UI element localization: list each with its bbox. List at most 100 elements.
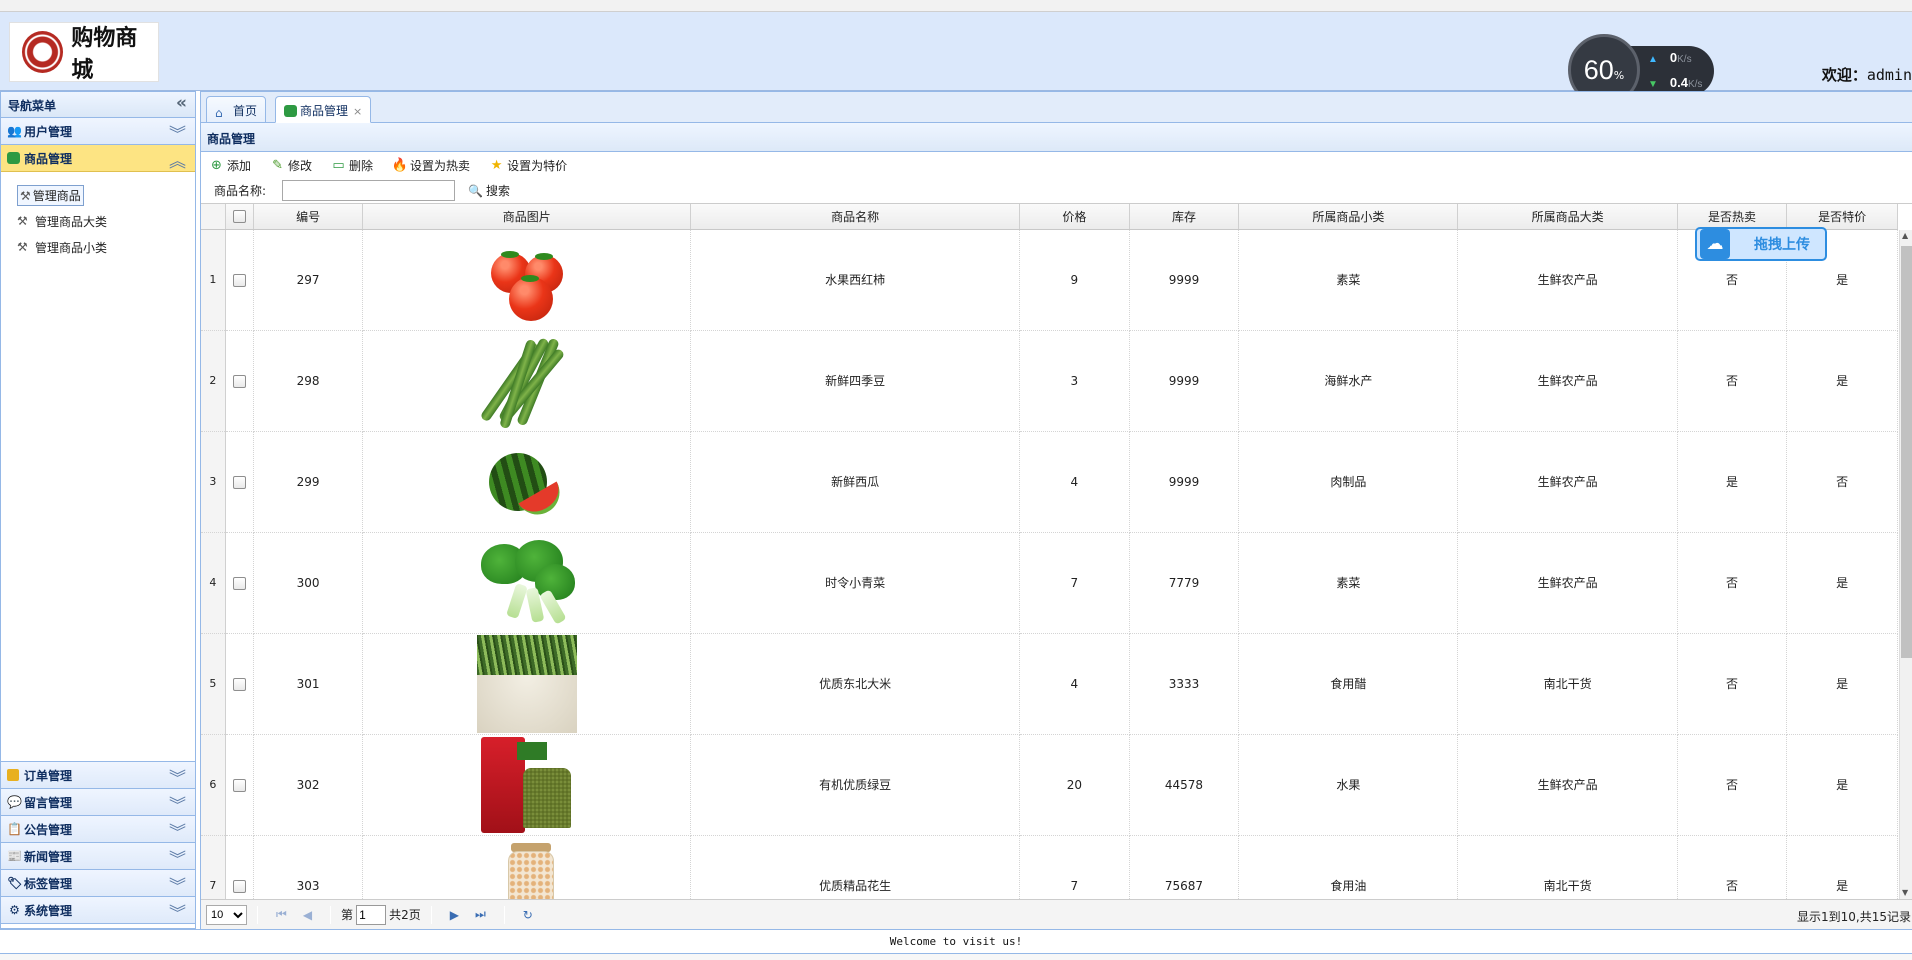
table-row[interactable]: 4 300 时令小青菜 7 7779 素菜 生鲜农产品否是 [201,532,1898,634]
table-row[interactable]: 3 299 新鲜西瓜 4 9999 肉制品 生鲜农产品是否 [201,431,1898,533]
table-row[interactable]: 6 302 有机优质绿豆 20 44578 水果 生鲜农产品否是 [201,734,1898,836]
sidebar-section-system[interactable]: ⚙ 系统管理 ︾ [1,897,195,924]
welcome-user: admin [1866,66,1912,84]
product-image-bok-choy [477,534,577,632]
cell-id: 297 [253,229,364,331]
product-image-watermelon [477,433,577,531]
row-checkbox[interactable] [232,475,246,489]
row-checkbox[interactable] [232,677,246,691]
next-page-icon[interactable]: ▶ [450,908,459,922]
column-header[interactable]: 所属商品大类 [1457,204,1678,230]
row-number: 7 [201,835,226,899]
chevron-down-icon[interactable]: ︾ [169,845,186,870]
row-checkbox[interactable] [232,374,246,388]
column-header[interactable]: 是否特价 [1786,204,1898,230]
sidebar-section-products[interactable]: 商品管理 ︽ [1,145,195,172]
sidebar-item-manage-categories[interactable]: ⚒ 管理商品大类 [17,208,179,234]
cell-id: 300 [253,532,364,634]
collapse-sidebar-icon[interactable]: « [176,93,187,113]
cell-special: 是 [1786,835,1898,899]
chevron-down-icon[interactable]: ︾ [169,818,186,843]
sidebar-section-users[interactable]: 👥 用户管理 ︾ [1,118,195,145]
select-all-checkbox[interactable] [232,210,246,224]
home-icon: ⌂ [215,106,223,120]
cell-image [362,734,692,836]
cell-category: 生鲜农产品 [1457,229,1678,331]
sidebar-section-label: 订单管理 [24,768,73,783]
table-row[interactable]: 1 297 水果西红柿 9 9999 素菜 生鲜农产品否是 [201,229,1898,331]
delete-button[interactable]: ▭ 删除 [330,157,373,174]
sidebar-item-label: 管理商品大类 [35,214,108,229]
sidebar-title: 导航菜单 « [1,92,195,118]
refresh-icon[interactable]: ↻ [523,908,533,922]
search-icon[interactable]: 🔍 [468,184,483,198]
table-row[interactable]: 5 301 优质东北大米 4 3333 食用醋 南北干货否是 [201,633,1898,735]
chevron-down-icon[interactable]: ︾ [169,120,186,145]
set-special-button[interactable]: ★ 设置为特价 [488,157,567,174]
column-header[interactable]: 是否热卖 [1677,204,1788,230]
prev-page-icon[interactable]: ◀ [303,908,312,922]
row-checkbox[interactable] [232,778,246,792]
site-logo[interactable]: 购物商城 [9,22,159,83]
sidebar-section-orders[interactable]: 订单管理 ︾ [1,762,195,789]
tab-label: 商品管理 [300,104,349,118]
cell-name: 有机优质绿豆 [690,734,1021,836]
sidebar-section-messages[interactable]: 💬 留言管理 ︾ [1,789,195,816]
set-special-label: 设置为特价 [507,158,568,173]
tab-home[interactable]: ⌂ 首页 [206,96,267,123]
cell-name: 水果西红柿 [690,229,1021,331]
toolbar: ⊕ 添加 ✎ 修改 ▭ 删除 🔥 设置为热卖 ★ 设置为特价 [201,152,1912,178]
chevron-down-icon[interactable]: ︾ [169,764,186,789]
scroll-down-icon[interactable]: ▼ [1902,888,1908,897]
first-page-icon[interactable]: ⏮ [276,907,287,922]
set-hot-button[interactable]: 🔥 设置为热卖 [391,157,470,174]
edit-label: 修改 [288,158,313,173]
column-header[interactable]: 库存 [1129,204,1240,230]
cell-id: 301 [253,633,364,735]
drag-upload-badge[interactable]: ☁ 拖拽上传 [1695,227,1827,261]
scroll-up-icon[interactable]: ▲ [1902,231,1908,240]
row-number: 5 [201,633,226,735]
remove-icon: ▭ [332,157,345,173]
row-select-cell [225,835,254,899]
row-checkbox[interactable] [232,273,246,287]
row-checkbox[interactable] [232,879,246,893]
column-header[interactable]: 商品名称 [690,204,1021,230]
page-size-select[interactable]: 10 [206,904,247,925]
vertical-scrollbar[interactable]: ▲ ▼ [1899,230,1912,899]
search-button[interactable]: 搜索 [486,182,510,199]
column-header[interactable]: 编号 [253,204,364,230]
set-hot-label: 设置为热卖 [410,158,471,173]
download-speed: 0.4 [1669,75,1688,90]
column-header[interactable]: 所属商品小类 [1238,204,1459,230]
sidebar-item-manage-products[interactable]: ⚒ 管理商品 [17,182,179,208]
column-header[interactable]: 价格 [1019,204,1130,230]
chevron-down-icon[interactable]: ︾ [169,791,186,816]
delete-label: 删除 [349,158,374,173]
cell-id: 303 [253,835,364,899]
add-button[interactable]: ⊕ 添加 [208,157,251,174]
table-row[interactable]: 2 298 新鲜四季豆 3 9999 海鲜水产 生鲜农产品否是 [201,330,1898,432]
sidebar-section-news[interactable]: 📰 新闻管理 ︾ [1,843,195,870]
sidebar-item-manage-subcategories[interactable]: ⚒ 管理商品小类 [17,234,179,260]
tab-product-management[interactable]: 商品管理 × [275,96,372,123]
cell-stock: 9999 [1129,431,1240,533]
edit-button[interactable]: ✎ 修改 [269,157,312,174]
sidebar-section-tags[interactable]: 🏷 标签管理 ︾ [1,870,195,897]
cell-category: 生鲜农产品 [1457,734,1678,836]
row-checkbox[interactable] [232,576,246,590]
scrollbar-thumb[interactable] [1901,246,1912,658]
page-number-input[interactable] [356,904,387,925]
upload-speed-unit: K/s [1677,54,1692,65]
chevron-up-icon[interactable]: ︽ [169,147,186,172]
cloud-upload-icon: ☁ [1700,229,1730,259]
chevron-down-icon[interactable]: ︾ [169,872,186,897]
product-grid: 编号 商品图片 商品名称 价格 库存 所属商品小类 所属商品大类 是否热卖 是否… [201,204,1912,899]
chevron-down-icon[interactable]: ︾ [169,899,186,924]
column-header[interactable]: 商品图片 [362,204,692,230]
sidebar-section-notices[interactable]: 📋 公告管理 ︾ [1,816,195,843]
table-row[interactable]: 7 303 优质精品花生 7 75687 食用油 南北干货否是 [201,835,1898,899]
close-icon[interactable]: × [353,105,362,118]
last-page-icon[interactable]: ⏭ [475,907,486,922]
product-name-input[interactable] [282,180,456,201]
